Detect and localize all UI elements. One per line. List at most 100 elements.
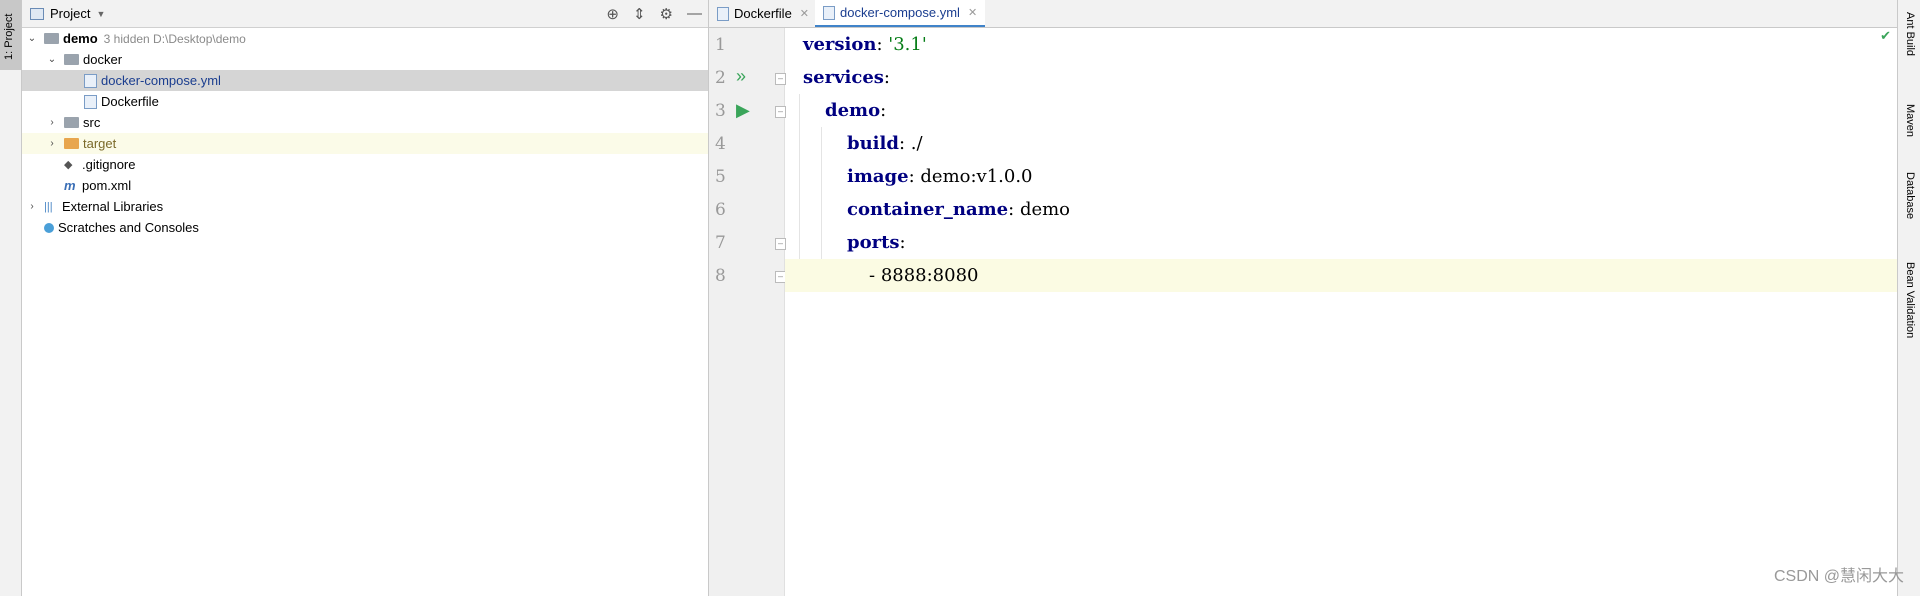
run-all-services-icon[interactable]: » (736, 66, 746, 87)
yaml-key: ports (847, 232, 900, 253)
code-line: ports: (785, 226, 1897, 259)
yaml-key: version (803, 34, 877, 55)
yaml-separator: : (899, 232, 906, 253)
tree-item-src[interactable]: › src (22, 112, 708, 133)
tree-item-label: .gitignore (82, 157, 136, 172)
git-file-icon: ◆ (64, 158, 73, 171)
tab-ant-build[interactable]: Ant Build (1904, 12, 1916, 56)
code-line: version: '3.1' (785, 28, 1897, 61)
project-panel-header: Project ▼ ⊕ ⇕ ⚙ — (22, 0, 708, 28)
project-tool-tab-label: 1: Project (3, 13, 15, 60)
tree-item-label: docker-compose.yml (101, 73, 221, 88)
yaml-separator: : (898, 133, 911, 154)
project-view-selector[interactable]: Project ▼ (30, 6, 105, 21)
yaml-key: demo (825, 100, 881, 121)
docker-compose-file-icon (823, 5, 835, 20)
yaml-separator: : (880, 100, 887, 121)
tree-item-path: 3 hidden D:\Desktop\demo (103, 31, 246, 46)
tree-item-external-libraries[interactable]: › ||| External Libraries (22, 196, 708, 217)
gear-icon[interactable]: ⚙ (660, 5, 673, 23)
right-tool-strip: Ant Build Maven Database Bean Validation (1897, 0, 1920, 596)
collapse-all-icon[interactable]: ⇕ (633, 5, 646, 23)
editor-gutter: 1 2 3 4 5 6 7 8 » ▶ – – – – (709, 28, 786, 596)
yaml-value: 8888:8080 (880, 265, 979, 286)
chevron-right-icon[interactable]: › (46, 117, 58, 128)
code-line: build: ./ (785, 127, 1897, 160)
close-icon[interactable]: ✕ (800, 7, 809, 20)
inspection-ok-icon[interactable]: ✔ (1880, 28, 1891, 44)
tab-docker-compose[interactable]: docker-compose.yml ✕ (815, 0, 986, 27)
project-tool-tab[interactable]: 1: Project (0, 0, 21, 70)
code-line: image: demo:v1.0.0 (785, 160, 1897, 193)
tree-item-label: docker (83, 52, 123, 67)
tree-item-target[interactable]: › target (22, 133, 708, 154)
editor-tabs: Dockerfile ✕ docker-compose.yml ✕ (709, 0, 1897, 28)
tree-item-gitignore[interactable]: ◆ .gitignore (22, 154, 708, 175)
close-icon[interactable]: ✕ (968, 6, 977, 19)
tab-label: Maven (1904, 104, 1916, 138)
tab-label: Dockerfile (734, 6, 792, 21)
tree-item-label: target (83, 136, 117, 151)
line-number: 1 (715, 35, 726, 55)
tree-item-label: Dockerfile (101, 94, 159, 109)
tab-dockerfile[interactable]: Dockerfile ✕ (709, 0, 817, 27)
tree-item-docker-compose[interactable]: docker-compose.yml (22, 70, 708, 91)
code-line: services: (785, 61, 1897, 94)
yaml-separator: : (876, 34, 889, 55)
folder-icon (64, 117, 79, 128)
maven-file-icon: m (64, 177, 76, 193)
project-view-title: Project (50, 6, 91, 21)
tree-item-pom[interactable]: m pom.xml (22, 175, 708, 196)
project-view-icon (30, 7, 44, 20)
tab-maven[interactable]: Maven (1904, 104, 1916, 137)
run-service-icon[interactable]: ▶ (736, 100, 750, 121)
watermark: CSDN @慧闲大大 (1773, 568, 1904, 585)
module-folder-icon (44, 33, 59, 44)
code-editor[interactable]: version: '3.1' services: demo: build: ./… (785, 28, 1897, 596)
libraries-icon: ||| (44, 200, 53, 213)
yaml-separator: : (1008, 199, 1020, 220)
tree-item-scratches[interactable]: Scratches and Consoles (22, 217, 708, 238)
yaml-value: '3.1' (888, 34, 927, 55)
tab-label: docker-compose.yml (840, 5, 960, 20)
tab-bean-validation[interactable]: Bean Validation (1904, 262, 1916, 338)
tree-item-label: demo (63, 31, 98, 46)
line-number: 6 (715, 200, 726, 220)
tree-item-dockerfile[interactable]: Dockerfile (22, 91, 708, 112)
dockerfile-icon (717, 6, 729, 21)
tab-label: Bean Validation (1904, 262, 1916, 339)
code-line: demo: (785, 94, 1897, 127)
yaml-separator: : (908, 166, 921, 187)
tree-item-label: src (83, 115, 101, 130)
line-number: 4 (715, 134, 726, 154)
chevron-right-icon[interactable]: › (46, 138, 58, 149)
folder-icon (64, 54, 79, 65)
chevron-down-icon[interactable]: ⌄ (26, 33, 38, 44)
yaml-key: build (847, 133, 899, 154)
line-number: 8 (715, 266, 726, 286)
tab-database[interactable]: Database (1904, 172, 1916, 219)
yaml-value: demo (1019, 199, 1071, 220)
tree-item-demo[interactable]: ⌄ demo 3 hidden D:\Desktop\demo (22, 28, 708, 49)
yaml-key: container_name (847, 199, 1009, 220)
yaml-separator: : (883, 67, 890, 88)
chevron-down-icon[interactable]: ⌄ (46, 54, 58, 65)
locate-icon[interactable]: ⊕ (606, 5, 619, 23)
chevron-down-icon: ▼ (96, 8, 106, 19)
hide-icon[interactable]: — (687, 5, 702, 23)
tree-item-label: Scratches and Consoles (58, 220, 199, 235)
tree-item-docker[interactable]: ⌄ docker (22, 49, 708, 70)
tab-label: Database (1904, 172, 1916, 220)
scratches-icon (44, 222, 54, 233)
yaml-value: demo:v1.0.0 (920, 166, 1033, 187)
tree-item-label: pom.xml (82, 178, 132, 193)
project-panel-toolbar: ⊕ ⇕ ⚙ — (606, 5, 702, 23)
editor-area: Dockerfile ✕ docker-compose.yml ✕ 1 2 3 … (709, 0, 1897, 596)
code-line: container_name: demo (785, 193, 1897, 226)
tree-item-label: External Libraries (62, 199, 164, 214)
code-line-current: - 8888:8080 (785, 259, 1897, 292)
excluded-folder-icon (64, 138, 79, 149)
chevron-right-icon[interactable]: › (26, 201, 38, 212)
yaml-value: ./ (910, 133, 923, 154)
docker-compose-file-icon (84, 73, 97, 88)
